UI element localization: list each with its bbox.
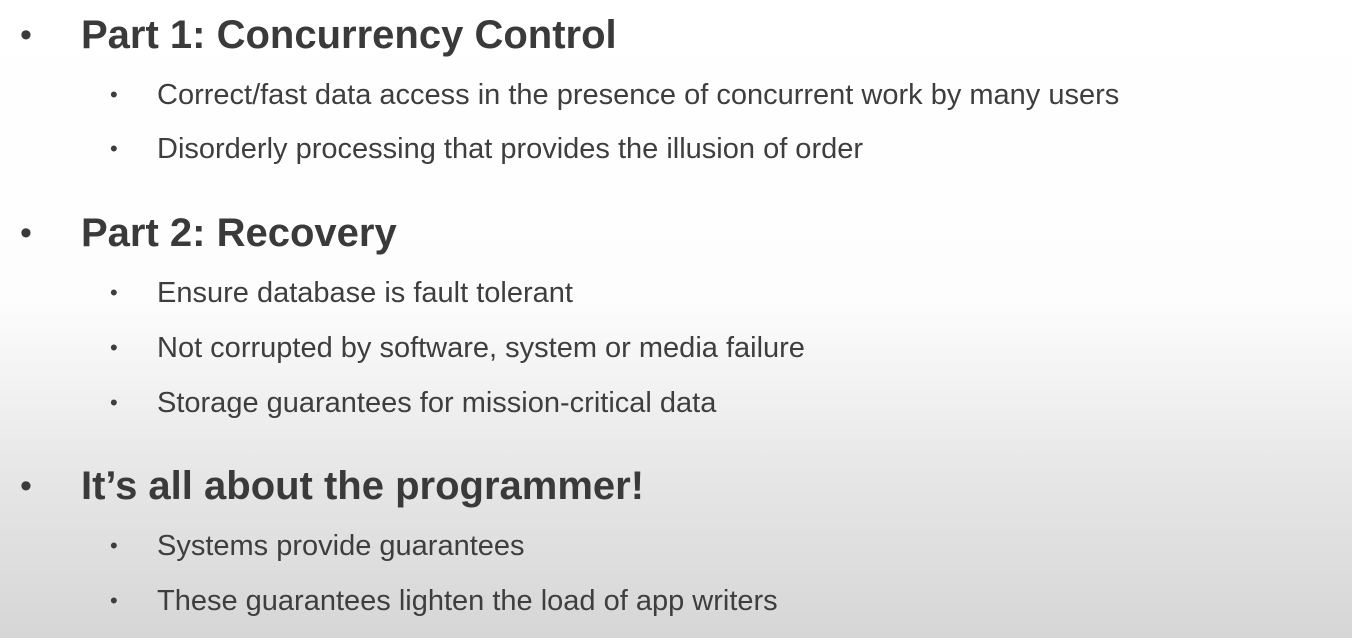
list-item-text: Correct/fast data access in the presence… (157, 79, 1120, 111)
list-item-text: Systems provide guarantees (157, 530, 525, 562)
bullet-icon: • (110, 588, 118, 613)
list-item-text: Not corrupted by software, system or med… (157, 332, 805, 364)
bullet-icon: • (20, 467, 32, 505)
list-item-text: Ensure database is fault tolerant (157, 277, 573, 309)
bullet-icon: • (110, 136, 118, 161)
list-item-text: These guarantees lighten the load of app… (157, 585, 778, 617)
bullet-icon: • (110, 280, 118, 305)
bullet-icon: • (110, 335, 118, 360)
bullet-icon: • (110, 390, 118, 415)
bullet-icon: • (110, 533, 118, 558)
list-item-text: Disorderly processing that provides the … (157, 133, 864, 165)
heading-text: It’s all about the programmer! (81, 464, 645, 508)
bullet-icon: • (20, 214, 32, 252)
heading-text: Part 1: Concurrency Control (81, 13, 617, 57)
bullet-icon: • (110, 82, 118, 107)
list-item-text: Storage guarantees for mission-critical … (157, 387, 717, 419)
slide: • Part 1: Concurrency Control • Correct/… (0, 0, 1352, 638)
heading-text: Part 2: Recovery (81, 211, 397, 255)
bullet-icon: • (20, 16, 32, 54)
